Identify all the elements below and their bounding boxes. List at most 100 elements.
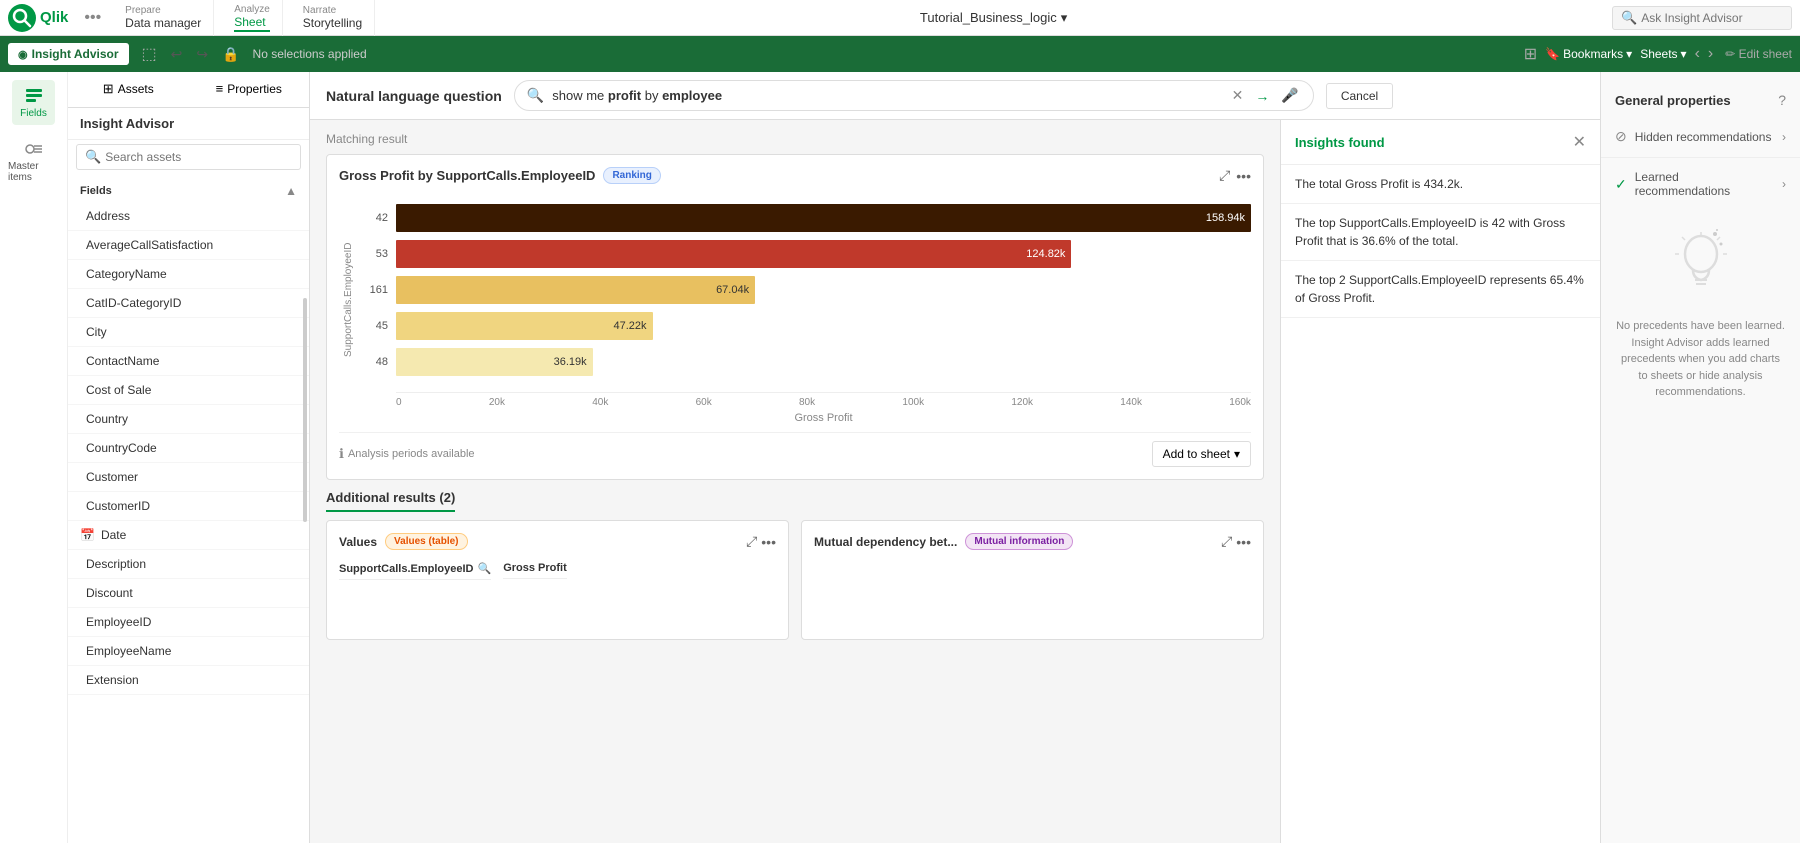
values-card-header: Values Values (table) ⤢ ••• <box>339 533 776 550</box>
mutual-card-title: Mutual dependency bet... <box>814 535 957 549</box>
field-item-discount[interactable]: Discount <box>68 579 309 608</box>
field-item-date[interactable]: 📅 Date <box>68 521 309 550</box>
field-item-catid[interactable]: CatID-CategoryID <box>68 289 309 318</box>
prepare-section[interactable]: Prepare Data manager <box>113 0 214 36</box>
field-item-customerid[interactable]: CustomerID <box>68 492 309 521</box>
undo-btn[interactable]: ↩ <box>166 43 188 66</box>
submit-search-btn[interactable]: → <box>1253 86 1271 106</box>
values-col2: Gross Profit <box>503 558 567 580</box>
field-item-contactname[interactable]: ContactName <box>68 347 309 376</box>
bar-chart-inner: 42 158.94k <box>358 196 1251 424</box>
grid-icon[interactable]: ⊞ <box>1524 44 1537 64</box>
employeename-field-label: EmployeeName <box>86 644 171 658</box>
ask-insight-text[interactable] <box>1641 11 1783 25</box>
redo-btn[interactable]: ↪ <box>191 43 213 66</box>
field-item-description[interactable]: Description <box>68 550 309 579</box>
fields-collapse-icon[interactable]: ▲ <box>285 184 297 198</box>
bar-161: 67.04k <box>396 276 755 304</box>
second-bar: ◉ Insight Advisor ⬚ ↩ ↪ 🔒 No selections … <box>0 36 1800 72</box>
city-field-label: City <box>86 325 107 339</box>
additional-card-mutual: Mutual dependency bet... Mutual informat… <box>801 520 1264 640</box>
voice-search-btn[interactable]: 🎤 <box>1279 85 1300 106</box>
no-precedents-area: No precedents have been learned. Insight… <box>1601 206 1800 421</box>
x-axis-label: Gross Profit <box>396 412 1251 424</box>
fields-nav-item[interactable]: Fields <box>12 80 55 125</box>
app-name[interactable]: Tutorial_Business_logic ▾ <box>920 10 1067 26</box>
insights-close-btn[interactable]: ✕ <box>1573 132 1586 152</box>
properties-tab[interactable]: ≡ Properties <box>189 72 310 107</box>
field-item-city[interactable]: City <box>68 318 309 347</box>
field-item-customer[interactable]: Customer <box>68 463 309 492</box>
countrycode-field-label: CountryCode <box>86 441 157 455</box>
content-body: Matching result Gross Profit by SupportC… <box>310 120 1600 843</box>
assets-panel: ⊞ Assets ≡ Properties Insight Advisor 🔍 … <box>68 72 310 843</box>
ask-insight-input[interactable]: 🔍 <box>1612 6 1792 30</box>
qlik-logo-area: Qlik <box>8 4 68 32</box>
clear-search-btn[interactable]: ✕ <box>1230 85 1246 106</box>
nav-forward-icon[interactable]: › <box>1708 45 1713 63</box>
assets-tab[interactable]: ⊞ Assets <box>68 72 189 107</box>
properties-tab-label: Properties <box>227 82 282 96</box>
chart-more-btn[interactable]: ••• <box>1236 167 1251 184</box>
left-icon-panel: Fields Master items <box>0 72 68 843</box>
field-item-categoryname[interactable]: CategoryName <box>68 260 309 289</box>
bar-container-45: 47.22k <box>396 312 1251 340</box>
bar-container-42: 158.94k <box>396 204 1251 232</box>
customerid-field-label: CustomerID <box>86 499 150 513</box>
main-search-icon: 🔍 <box>527 87 544 104</box>
hidden-recommendations-section[interactable]: ⊘ Hidden recommendations › <box>1601 120 1800 153</box>
master-items-nav-item[interactable]: Master items <box>0 133 67 189</box>
more-menu-icon[interactable]: ••• <box>84 9 101 27</box>
toolbar-tools: ⬚ ↩ ↪ 🔒 No selections applied <box>137 41 367 67</box>
field-item-avgcall[interactable]: AverageCallSatisfaction <box>68 231 309 260</box>
mutual-more-btn[interactable]: ••• <box>1236 533 1251 550</box>
insights-panel-header: Insights found ✕ <box>1281 120 1600 165</box>
nav-back-icon[interactable]: ‹ <box>1695 45 1700 63</box>
bar-value-45: 47.22k <box>613 320 646 332</box>
search-assets-input[interactable] <box>105 150 292 164</box>
narrate-section[interactable]: Narrate Storytelling <box>291 0 375 36</box>
narrate-main: Storytelling <box>303 16 362 30</box>
insight-advisor-btn[interactable]: ◉ Insight Advisor <box>8 43 129 65</box>
mutual-expand-btn[interactable]: ⤢ <box>1221 533 1232 550</box>
expand-chart-btn[interactable]: ⤢ <box>1219 167 1230 184</box>
add-to-sheet-btn[interactable]: Add to sheet ▾ <box>1152 441 1251 467</box>
analyze-section[interactable]: Analyze Sheet <box>222 0 283 36</box>
learned-recommendations-section[interactable]: ✓ Learned recommendations › <box>1601 162 1800 206</box>
field-item-address[interactable]: Address <box>68 202 309 231</box>
cancel-btn[interactable]: Cancel <box>1326 83 1393 109</box>
qlik-logo-icon <box>8 4 36 32</box>
values-col2-header: Gross Profit <box>503 558 567 579</box>
matching-result-label: Matching result <box>326 132 1264 146</box>
search-assets-box[interactable]: 🔍 <box>76 144 301 170</box>
main-area: Fields Master items ⊞ Assets ≡ Propertie… <box>0 72 1800 843</box>
bookmarks-btn[interactable]: 🔖 Bookmarks ▾ <box>1545 47 1632 61</box>
edit-sheet-btn[interactable]: ✏ Edit sheet <box>1725 47 1792 61</box>
values-more-btn[interactable]: ••• <box>761 533 776 550</box>
chart-title: Gross Profit by SupportCalls.EmployeeID <box>339 168 595 183</box>
field-item-countrycode[interactable]: CountryCode <box>68 434 309 463</box>
field-item-extension[interactable]: Extension <box>68 666 309 695</box>
bar-label-48: 48 <box>358 356 388 368</box>
field-item-employeename[interactable]: EmployeeName <box>68 637 309 666</box>
app-name-dropdown-icon: ▾ <box>1061 10 1068 26</box>
bar-chart-area: SupportCalls.EmployeeID 42 158.94k <box>339 196 1251 424</box>
mutual-badge: Mutual information <box>965 533 1073 550</box>
right-panel-help-icon[interactable]: ? <box>1778 92 1786 108</box>
learned-recommendations-label: Learned recommendations <box>1635 170 1774 198</box>
field-item-country[interactable]: Country <box>68 405 309 434</box>
bar-container-53: 124.82k <box>396 240 1251 268</box>
insights-panel: Insights found ✕ The total Gross Profit … <box>1280 120 1600 843</box>
hidden-recommendations-expand-icon: › <box>1782 130 1786 144</box>
fields-section-header: Fields ▲ <box>68 178 309 202</box>
sheets-btn[interactable]: Sheets ▾ <box>1640 47 1686 61</box>
customer-field-label: Customer <box>86 470 138 484</box>
main-search-bar[interactable]: 🔍 show me profit by employee ✕ → 🎤 <box>514 80 1314 111</box>
values-expand-btn[interactable]: ⤢ <box>746 533 757 550</box>
lock-btn[interactable]: 🔒 <box>217 43 244 66</box>
field-item-employeeid[interactable]: EmployeeID <box>68 608 309 637</box>
insight-item-2: The top 2 SupportCalls.EmployeeID repres… <box>1281 261 1600 318</box>
select-tool-btn[interactable]: ⬚ <box>137 41 162 67</box>
field-item-cost-of-sale[interactable]: Cost of Sale <box>68 376 309 405</box>
fields-scrollbar-track[interactable] <box>303 202 307 843</box>
